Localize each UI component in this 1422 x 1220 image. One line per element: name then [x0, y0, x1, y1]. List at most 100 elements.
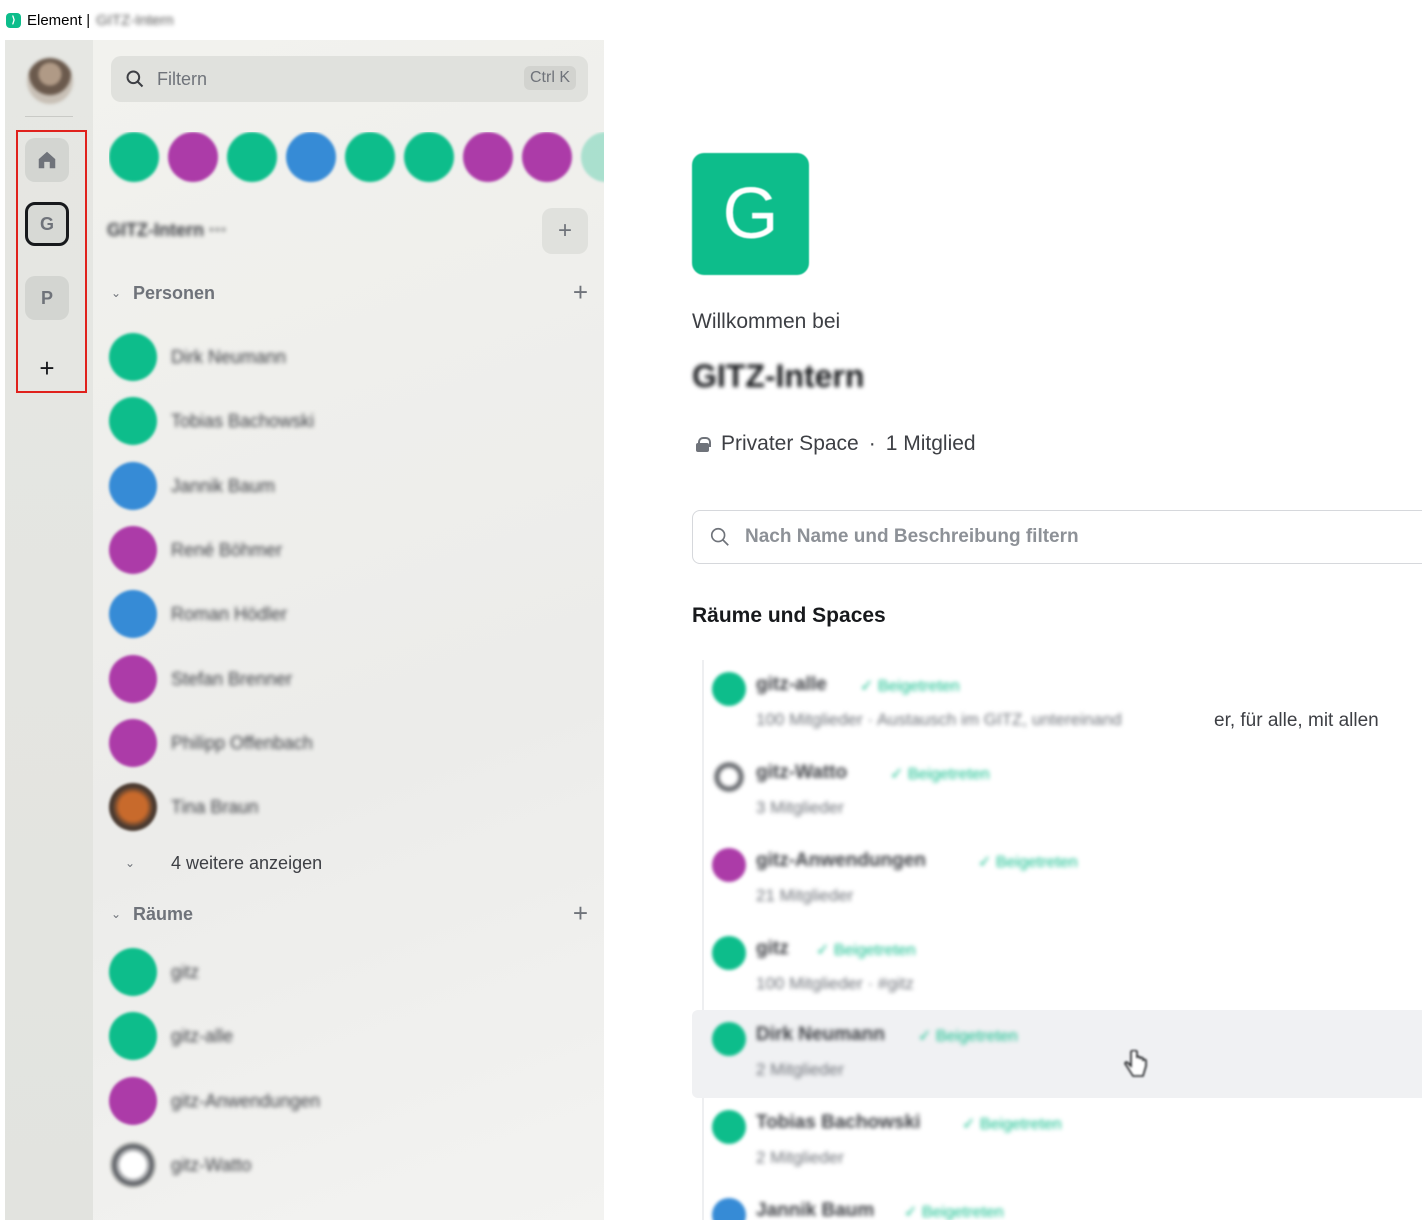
create-space-button[interactable]: + — [25, 346, 69, 390]
filter-button[interactable]: Filtern Ctrl K — [111, 56, 588, 102]
person-avatar — [109, 333, 157, 381]
person-avatar — [109, 462, 157, 510]
room-list-item[interactable]: gitz-alle — [109, 1010, 589, 1062]
recent-avatar[interactable] — [404, 132, 454, 182]
room-avatar — [712, 672, 746, 706]
recent-avatar[interactable] — [286, 132, 336, 182]
hierarchy-room-item[interactable]: gitz-alle ✓ Beigetreten 100 Mitglieder ·… — [692, 660, 1422, 748]
room-filter-input[interactable]: Nach Name und Beschreibung filtern — [692, 510, 1422, 564]
hierarchy-room-item[interactable]: gitz ✓ Beigetreten 100 Mitglieder · #git… — [692, 924, 1422, 1012]
room-name: gitz-alle — [756, 674, 827, 695]
room-avatar — [109, 1012, 157, 1060]
room-name: Tobias Bachowski — [756, 1112, 921, 1133]
joined-badge: ✓ Beigetreten — [860, 678, 960, 695]
recent-avatar[interactable] — [168, 132, 218, 182]
recent-avatar[interactable] — [109, 132, 159, 182]
recent-avatar[interactable] — [581, 132, 604, 182]
room-list-panel: Filtern Ctrl K GITZ-Intern ··· + ⌄ Perso… — [93, 40, 604, 1220]
person-name: Tobias Bachowski — [171, 410, 315, 431]
person-list-item[interactable]: Tobias Bachowski — [109, 395, 589, 447]
recent-conversations-strip — [109, 132, 604, 186]
room-avatar — [712, 936, 746, 970]
room-list-item[interactable]: gitz-Anwendungen — [109, 1075, 589, 1127]
joined-badge: ✓ Beigetreten — [962, 1116, 1062, 1133]
add-to-space-button[interactable]: + — [542, 208, 588, 254]
recent-avatar[interactable] — [345, 132, 395, 182]
person-list-item[interactable]: Tina Braun — [109, 781, 589, 833]
room-name: gitz-Anwendungen — [171, 1090, 321, 1111]
person-list-item[interactable]: Stefan Brenner — [109, 653, 589, 705]
window-title: Element | — [27, 11, 91, 29]
joined-badge: ✓ Beigetreten — [816, 942, 916, 959]
space-tile-p[interactable]: P — [25, 276, 69, 320]
recent-avatar[interactable] — [522, 132, 572, 182]
show-more-button[interactable]: ⌄ 4 weitere anzeigen — [125, 848, 322, 878]
room-name: Dirk Neumann — [756, 1024, 885, 1045]
space-avatar-letter: G — [722, 174, 779, 254]
room-avatar — [109, 948, 157, 996]
room-description: 3 Mitglieder — [756, 798, 844, 817]
room-avatar — [712, 760, 746, 794]
person-list-item[interactable]: Roman Hödler — [109, 588, 589, 640]
person-name: Tina Braun — [171, 796, 259, 817]
room-filter-placeholder: Nach Name und Beschreibung filtern — [745, 526, 1079, 547]
add-person-icon[interactable]: + — [573, 277, 588, 308]
space-home: G Willkommen bei GITZ-Intern Privater Sp… — [604, 40, 1422, 1220]
person-avatar — [109, 526, 157, 574]
room-avatar — [712, 1022, 746, 1056]
person-name: Philipp Offenbach — [171, 732, 313, 753]
hierarchy-room-item[interactable]: gitz-Watto ✓ Beigetreten 3 Mitglieder — [692, 748, 1422, 836]
home-icon — [38, 151, 56, 169]
room-name: Jannik Baum — [756, 1200, 875, 1220]
search-icon — [710, 527, 729, 546]
add-room-icon[interactable]: + — [573, 898, 588, 929]
section-header-people[interactable]: ⌄ Personen + — [111, 277, 588, 310]
hierarchy-room-item[interactable]: Dirk Neumann ✓ Beigetreten 2 Mitglieder — [692, 1010, 1422, 1098]
person-avatar — [109, 719, 157, 767]
person-list-item[interactable]: Jannik Baum — [109, 460, 589, 512]
person-avatar — [109, 783, 157, 831]
room-list-item[interactable]: gitz-Watto — [109, 1139, 589, 1191]
hierarchy-room-item[interactable]: gitz-Anwendungen ✓ Beigetreten 21 Mitgli… — [692, 836, 1422, 924]
element-logo-icon: ⟩ — [6, 12, 21, 28]
room-name: gitz-Watto — [756, 762, 848, 783]
space-meta: Privater Space · 1 Mitglied — [696, 432, 976, 456]
hierarchy-room-item[interactable]: Jannik Baum ✓ Beigetreten — [692, 1186, 1422, 1220]
hand-cursor-icon — [1124, 1050, 1147, 1077]
space-bar: G P + — [5, 40, 93, 1220]
recent-avatar[interactable] — [227, 132, 277, 182]
window-title-space: GITZ-Intern — [96, 11, 174, 29]
space-context-menu[interactable]: GITZ-Intern ··· — [107, 220, 227, 241]
home-space-button[interactable] — [25, 138, 69, 182]
room-description: 2 Mitglieder — [756, 1060, 844, 1079]
hierarchy-room-item[interactable]: Tobias Bachowski ✓ Beigetreten 2 Mitglie… — [692, 1098, 1422, 1186]
chevron-down-icon: ⌄ — [125, 856, 136, 870]
room-name: gitz-Watto — [171, 1154, 252, 1175]
room-list-item[interactable]: gitz — [109, 946, 589, 998]
room-description-visible: er, für alle, mit allen — [1214, 710, 1379, 731]
room-description: 100 Mitglieder · Austausch im GITZ, unte… — [756, 710, 1122, 729]
person-list-item[interactable]: Dirk Neumann — [109, 331, 589, 383]
welcome-text: Willkommen bei — [692, 310, 841, 333]
recent-avatar[interactable] — [463, 132, 513, 182]
section-label: Räume — [133, 904, 194, 924]
room-name: gitz-Anwendungen — [756, 850, 926, 871]
space-bar-divider — [25, 116, 73, 117]
space-tile-gitz-intern[interactable]: G — [25, 202, 69, 246]
person-list-item[interactable]: Philipp Offenbach — [109, 717, 589, 769]
person-list-item[interactable]: René Böhmer — [109, 524, 589, 576]
room-description: 100 Mitglieder · #gitz — [756, 974, 914, 993]
room-name: gitz-alle — [171, 1025, 234, 1046]
section-header-rooms[interactable]: ⌄ Räume + — [111, 898, 588, 931]
user-avatar[interactable] — [27, 58, 73, 104]
person-name: Jannik Baum — [171, 475, 276, 496]
space-member-count[interactable]: 1 Mitglied — [886, 432, 976, 456]
person-avatar — [109, 590, 157, 638]
space-header: GITZ-Intern ··· + — [107, 208, 588, 256]
filter-placeholder: Filtern — [157, 68, 208, 89]
room-avatar — [712, 1198, 746, 1220]
keyboard-shortcut-badge: Ctrl K — [524, 66, 576, 90]
plus-icon: + — [39, 352, 55, 383]
room-avatar — [712, 848, 746, 882]
room-description: 21 Mitglieder — [756, 886, 854, 905]
